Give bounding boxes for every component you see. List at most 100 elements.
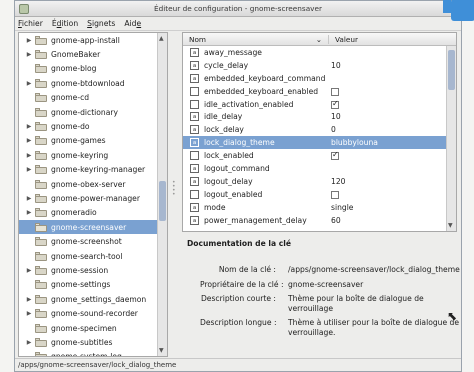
menu-item[interactable]: Fichier — [18, 19, 43, 28]
key-value[interactable]: 60 — [331, 216, 451, 225]
tree-item-label: gnome-keyring — [51, 150, 109, 160]
key-row[interactable]: a logout_delay 120 — [183, 175, 456, 188]
key-value[interactable] — [331, 99, 451, 109]
tree-item[interactable]: ▶ GnomeBaker — [19, 47, 167, 61]
expander-arrow-icon[interactable]: ▶ — [23, 51, 35, 58]
key-value[interactable]: blubbylouna — [331, 138, 451, 147]
value-checkbox[interactable] — [331, 190, 339, 199]
scroll-up-icon[interactable]: ▲ — [159, 35, 164, 42]
chevron-down-icon[interactable]: ⌄ — [316, 35, 322, 44]
key-row[interactable]: a power_management_delay 60 — [183, 214, 456, 227]
tree-item[interactable]: ▶ gnome-power-manager — [19, 191, 167, 205]
pane-splitter[interactable]: • • • • — [172, 180, 178, 198]
key-value[interactable] — [331, 190, 451, 199]
tree-item[interactable]: gnome-search-tool — [19, 249, 167, 263]
value-checkbox[interactable] — [331, 99, 339, 109]
expander-arrow-icon[interactable]: ▶ — [23, 152, 35, 159]
expander-arrow-icon[interactable]: ▶ — [23, 137, 35, 144]
key-value[interactable]: 10 — [331, 61, 451, 70]
key-row[interactable]: a logout_command — [183, 162, 456, 175]
tree-scroll-thumb[interactable] — [159, 181, 166, 221]
key-name: lock_enabled — [204, 151, 254, 161]
tree-item[interactable]: gnome-blog — [19, 62, 167, 76]
scroll-down-icon[interactable]: ▼ — [159, 347, 164, 354]
tree-item[interactable]: gnome-specimen — [19, 321, 167, 335]
key-row[interactable]: a away_message — [183, 46, 456, 59]
text-key-icon: a — [190, 176, 199, 186]
keys-scroll-thumb[interactable] — [448, 50, 455, 90]
tree-item-label: gnome-blog — [51, 64, 97, 74]
tree-item[interactable]: gnome-cd — [19, 91, 167, 105]
key-row[interactable]: a idle_delay 10 — [183, 110, 456, 123]
text-key-icon: a — [190, 138, 199, 148]
key-row[interactable]: embedded_keyboard_enabled — [183, 85, 456, 98]
tree-item[interactable]: ▶ gnomeradio — [19, 206, 167, 220]
expander-arrow-icon[interactable]: ▶ — [23, 166, 35, 173]
directory-tree[interactable]: ▶ gnome-app-install ▶ GnomeBaker gnome-blog ▶… — [18, 32, 168, 357]
keys-header: Nom ⌄ Valeur — [183, 33, 456, 46]
menu-item[interactable]: Aide — [124, 19, 141, 28]
tree-item-label: gnome-system-log — [51, 352, 122, 357]
expander-arrow-icon[interactable]: ▶ — [23, 310, 35, 317]
key-value[interactable] — [331, 87, 451, 96]
expander-arrow-icon[interactable]: ▶ — [23, 195, 35, 202]
tree-item[interactable]: ▶ gnome-btdownload — [19, 76, 167, 90]
tree-item[interactable]: gnome-screenshot — [19, 234, 167, 248]
tree-item[interactable]: ▶ gnome-games — [19, 134, 167, 148]
tree-item[interactable]: ▶ gnome-sound-recorder — [19, 306, 167, 320]
expander-arrow-icon[interactable]: ▶ — [23, 209, 35, 216]
key-value[interactable]: 0 — [331, 125, 451, 134]
key-row[interactable]: lock_enabled — [183, 149, 456, 162]
key-row[interactable]: a lock_delay 0 — [183, 123, 456, 136]
expander-arrow-icon[interactable]: ▶ — [23, 37, 35, 44]
keys-list[interactable]: Nom ⌄ Valeur a away_message a cycle_delay 10… — [182, 32, 457, 232]
key-row[interactable]: a cycle_delay 10 — [183, 59, 456, 72]
doc-row: Nom de la clé : /apps/gnome-screensaver/l… — [200, 265, 460, 275]
tree-item-label: gnome-screenshot — [51, 237, 122, 247]
tree-item[interactable]: gnome-settings — [19, 278, 167, 292]
tree-item[interactable]: ▶ gnome-app-install — [19, 33, 167, 47]
title-bar[interactable]: Éditeur de configuration - gnome-screens… — [15, 1, 461, 17]
tree-item[interactable]: gnome-obex-server — [19, 177, 167, 191]
expander-arrow-icon[interactable]: ▶ — [23, 339, 35, 346]
expander-arrow-icon[interactable]: ▶ — [23, 267, 35, 274]
value-checkbox[interactable] — [331, 150, 339, 161]
key-name: embedded_keyboard_command — [204, 73, 326, 83]
expander-arrow-icon[interactable]: ▶ — [23, 80, 35, 87]
tree-item[interactable]: gnome-screensaver — [19, 220, 167, 235]
tree-scrollbar[interactable]: ▲ ▼ — [157, 33, 167, 356]
tree-item[interactable]: ▶ gnome-do — [19, 119, 167, 133]
tree-item-label: gnome-settings — [51, 280, 111, 290]
tree-item[interactable]: ▶ gnome-subtitles — [19, 335, 167, 349]
key-value[interactable] — [331, 150, 451, 161]
folder-icon — [35, 222, 47, 232]
keys-scrollbar[interactable]: ▼ — [446, 46, 456, 231]
key-row[interactable]: a mode single — [183, 201, 456, 214]
key-value[interactable]: 10 — [331, 112, 451, 121]
key-row[interactable]: idle_activation_enabled — [183, 98, 456, 111]
tree-item[interactable]: ▶ gnome_settings_daemon — [19, 292, 167, 306]
text-key-icon: a — [190, 60, 199, 70]
expander-arrow-icon[interactable]: ▶ — [23, 123, 35, 130]
menu-item[interactable]: Édition — [52, 19, 78, 28]
column-header-name[interactable]: Nom ⌄ — [183, 34, 329, 44]
expander-arrow-icon[interactable]: ▶ — [23, 296, 35, 303]
menu-item[interactable]: Signets — [87, 19, 115, 28]
tree-item[interactable]: ▶ gnome-keyring-manager — [19, 163, 167, 177]
key-value[interactable]: 120 — [331, 177, 451, 186]
tree-item[interactable]: gnome-dictionary — [19, 105, 167, 119]
key-row[interactable]: a lock_dialog_theme blubbylouna — [183, 136, 456, 150]
folder-icon — [35, 265, 47, 275]
tree-item[interactable]: ▶ gnome-session — [19, 263, 167, 277]
value-checkbox[interactable] — [331, 87, 339, 96]
key-row[interactable]: a embedded_keyboard_command — [183, 72, 456, 85]
window-title: Éditeur de configuration - gnome-screens… — [154, 4, 322, 13]
scroll-down-icon[interactable]: ▼ — [448, 222, 453, 229]
column-header-value[interactable]: Valeur — [329, 35, 358, 44]
key-row[interactable]: logout_enabled — [183, 188, 456, 201]
tree-item[interactable]: ▶ gnome-keyring — [19, 148, 167, 162]
key-value[interactable]: single — [331, 203, 451, 212]
doc-value: Thème à utiliser pour la boîte de dialog… — [288, 318, 460, 337]
tree-item[interactable]: gnome-system-log — [19, 350, 167, 357]
key-name: idle_activation_enabled — [204, 99, 294, 109]
